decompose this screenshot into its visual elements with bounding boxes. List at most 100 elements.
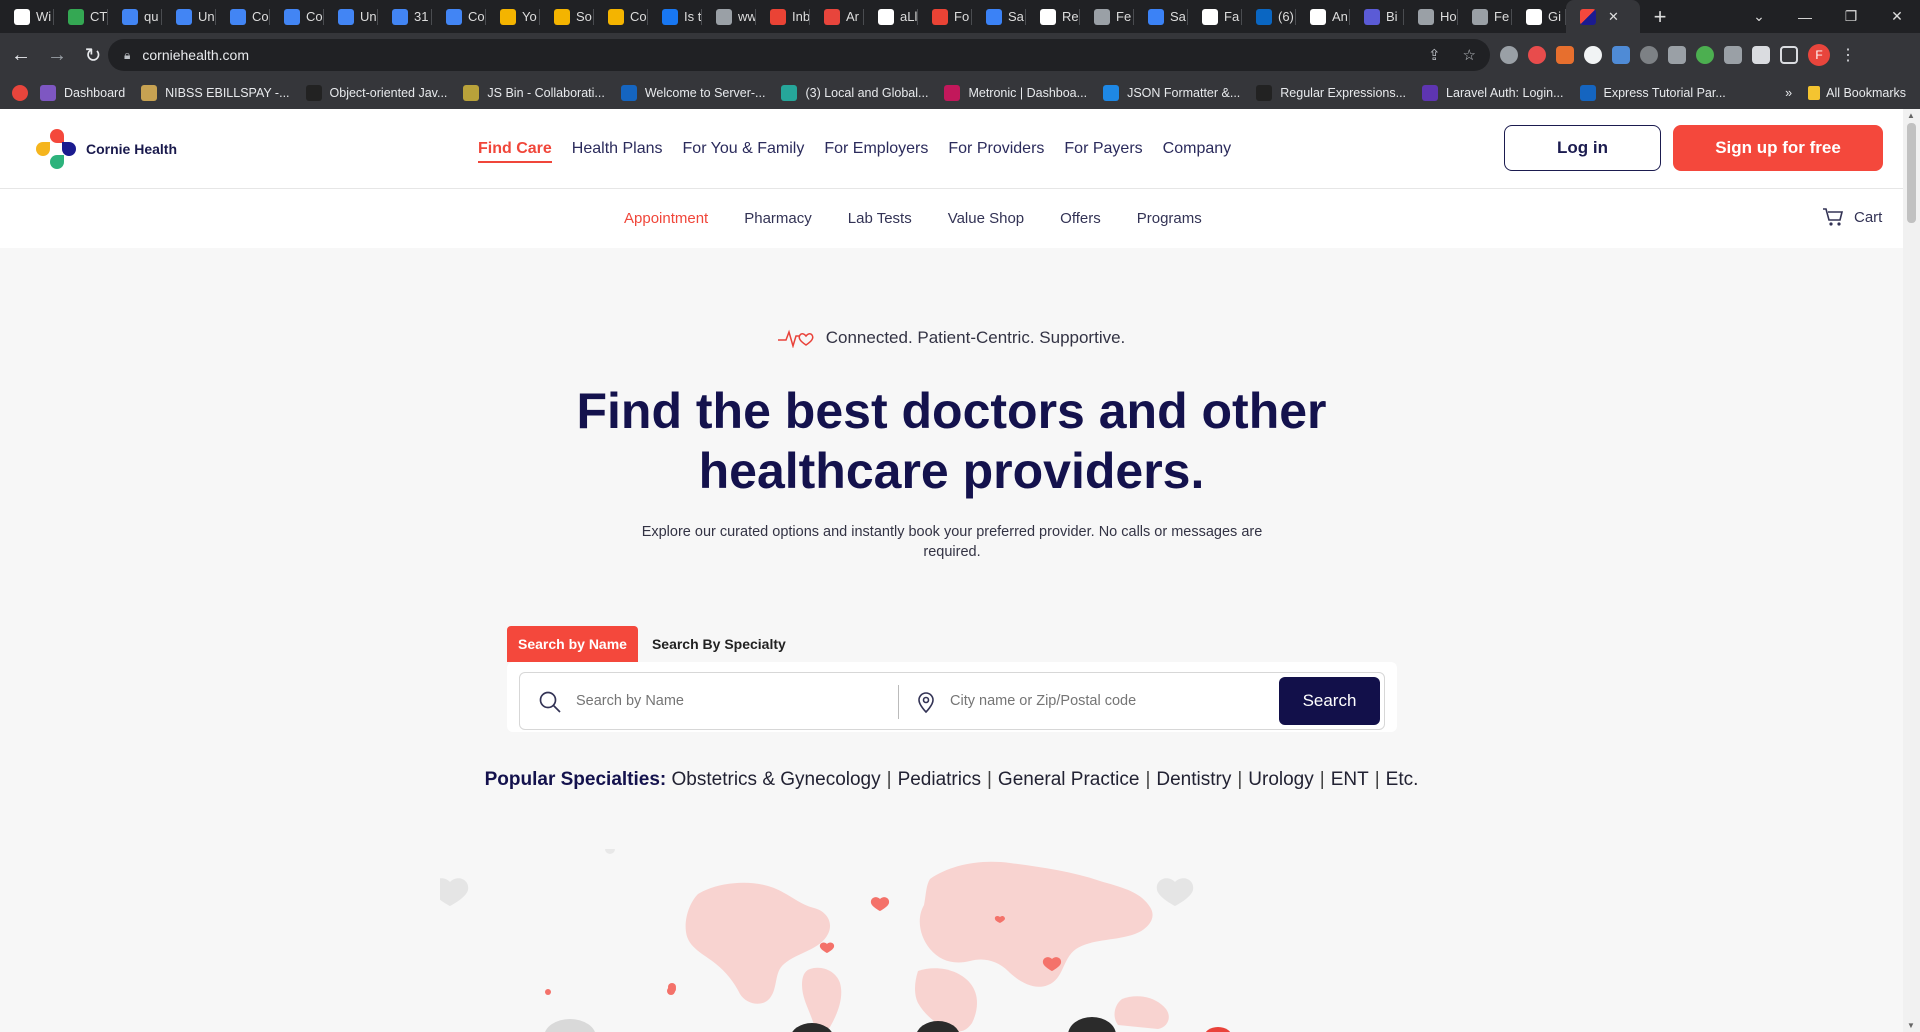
back-button[interactable]: ← [6, 40, 36, 70]
side-panel-icon[interactable] [1780, 46, 1798, 64]
bookmark-item[interactable]: Metronic | Dashboa... [944, 85, 1087, 101]
browser-tab[interactable]: Is t [648, 0, 702, 33]
browser-tab[interactable]: Fa [1188, 0, 1242, 33]
browser-tab[interactable]: qu [108, 0, 162, 33]
browser-tab[interactable]: Fe [1458, 0, 1512, 33]
specialty-link[interactable]: Urology [1248, 769, 1313, 790]
name-search-input[interactable] [576, 683, 876, 719]
profile-avatar[interactable]: F [1808, 44, 1830, 66]
specialty-link[interactable]: Pediatrics [898, 769, 981, 790]
page-scrollbar[interactable]: ▲ ▼ [1903, 109, 1920, 1032]
bookmark-star-icon[interactable]: ☆ [1463, 46, 1476, 64]
browser-tab[interactable]: Co [270, 0, 324, 33]
nav-link-for-payers[interactable]: For Payers [1064, 140, 1142, 163]
site-logo[interactable]: Cornie Health [36, 129, 177, 169]
specialty-link[interactable]: ENT [1331, 769, 1369, 790]
reload-button[interactable]: ↻ [78, 40, 108, 70]
browser-tab[interactable]: Un [324, 0, 378, 33]
browser-tab[interactable]: So [540, 0, 594, 33]
browser-tab[interactable]: An [1296, 0, 1350, 33]
browser-tab[interactable]: ww [702, 0, 756, 33]
extension-target-icon[interactable] [1640, 46, 1658, 64]
specialty-link[interactable]: Etc. [1386, 769, 1419, 790]
bookmark-item[interactable]: Regular Expressions... [1256, 85, 1406, 101]
bookmark-item[interactable]: Express Tutorial Par... [1579, 85, 1726, 101]
browser-tab[interactable]: Un [162, 0, 216, 33]
browser-tab[interactable]: (6) [1242, 0, 1296, 33]
specialty-link[interactable]: Dentistry [1156, 769, 1231, 790]
scroll-up-icon[interactable]: ▲ [1907, 111, 1915, 120]
browser-tab[interactable]: Re [1026, 0, 1080, 33]
lock-icon[interactable]: 🔒︎ [124, 48, 130, 63]
browser-tab[interactable]: Sa [972, 0, 1026, 33]
browser-tab[interactable]: Co [594, 0, 648, 33]
location-search-input[interactable] [950, 683, 1250, 719]
forward-button[interactable]: → [42, 40, 72, 70]
restore-button[interactable]: ❐ [1828, 8, 1874, 25]
search-button[interactable]: Search [1279, 677, 1380, 725]
bookmark-item[interactable]: JSON Formatter &... [1103, 85, 1240, 101]
login-button[interactable]: Log in [1504, 125, 1661, 171]
specialty-link[interactable]: General Practice [998, 769, 1140, 790]
browser-tab[interactable]: Co [432, 0, 486, 33]
close-window-button[interactable]: ✕ [1874, 8, 1920, 25]
subnav-link-pharmacy[interactable]: Pharmacy [744, 210, 812, 227]
apps-icon[interactable] [12, 85, 28, 101]
active-browser-tab[interactable]: ✕ [1566, 0, 1640, 33]
subnav-link-appointment[interactable]: Appointment [624, 210, 708, 227]
extension-circle-icon[interactable] [1584, 46, 1602, 64]
bookmark-item[interactable]: NIBSS EBILLSPAY -... [141, 85, 290, 101]
subnav-link-lab-tests[interactable]: Lab Tests [848, 210, 912, 227]
browser-tab[interactable]: Wi [0, 0, 54, 33]
bookmark-item[interactable]: JS Bin - Collaborati... [463, 85, 605, 101]
browser-tab[interactable]: Yo [486, 0, 540, 33]
extension-red-icon[interactable] [1528, 46, 1546, 64]
bookmark-item[interactable]: Dashboard [40, 85, 125, 101]
browser-tab[interactable]: Co [216, 0, 270, 33]
browser-tab[interactable]: Gi [1512, 0, 1566, 33]
close-tab-icon[interactable]: ✕ [1608, 9, 1619, 25]
browser-tab[interactable]: Fo [918, 0, 972, 33]
nav-link-find-care[interactable]: Find Care [478, 140, 552, 163]
scroll-down-icon[interactable]: ▼ [1907, 1021, 1915, 1030]
browser-tab[interactable]: Bi [1350, 0, 1404, 33]
address-bar[interactable]: 🔒︎ corniehealth.com ⇪ ☆ [108, 39, 1490, 71]
specialty-link[interactable]: Obstetrics & Gynecology [672, 769, 881, 790]
extension-pen-icon[interactable] [1668, 46, 1686, 64]
cart-link[interactable]: Cart [1822, 207, 1882, 227]
new-tab-button[interactable]: + [1640, 4, 1680, 30]
chevron-right-icon[interactable]: » [1785, 86, 1792, 100]
extension-gear-icon[interactable] [1500, 46, 1518, 64]
extension-crop-icon[interactable] [1724, 46, 1742, 64]
share-icon[interactable]: ⇪ [1428, 46, 1441, 64]
bookmark-item[interactable]: Object-oriented Jav... [305, 85, 447, 101]
browser-tab[interactable]: Ar [810, 0, 864, 33]
nav-link-for-providers[interactable]: For Providers [948, 140, 1044, 163]
browser-tab[interactable]: CT [54, 0, 108, 33]
browser-tab[interactable]: Fe [1080, 0, 1134, 33]
nav-link-health-plans[interactable]: Health Plans [572, 140, 663, 163]
extension-blue-icon[interactable] [1612, 46, 1630, 64]
subnav-link-value-shop[interactable]: Value Shop [948, 210, 1024, 227]
browser-tab[interactable]: 31 [378, 0, 432, 33]
subnav-link-programs[interactable]: Programs [1137, 210, 1202, 227]
subnav-link-offers[interactable]: Offers [1060, 210, 1101, 227]
browser-tab[interactable]: Ho [1404, 0, 1458, 33]
bookmark-item[interactable]: Welcome to Server-... [620, 85, 765, 101]
extensions-puzzle-icon[interactable] [1752, 46, 1770, 64]
minimize-button[interactable]: — [1782, 9, 1828, 25]
extension-green-icon[interactable] [1696, 46, 1714, 64]
extension-off-icon[interactable] [1556, 46, 1574, 64]
nav-link-company[interactable]: Company [1163, 140, 1231, 163]
tab-search-icon[interactable]: ⌄ [1736, 8, 1782, 25]
nav-link-for-you-family[interactable]: For You & Family [683, 140, 805, 163]
all-bookmarks-button[interactable]: All Bookmarks [1808, 86, 1906, 100]
bookmark-item[interactable]: (3) Local and Global... [781, 85, 928, 101]
tab-search-by-specialty[interactable]: Search By Specialty [638, 626, 800, 662]
url-text[interactable]: corniehealth.com [142, 47, 249, 63]
browser-tab[interactable]: Inb [756, 0, 810, 33]
signup-button[interactable]: Sign up for free [1673, 125, 1883, 171]
browser-tab[interactable]: aLl [864, 0, 918, 33]
nav-link-for-employers[interactable]: For Employers [824, 140, 928, 163]
kebab-menu-icon[interactable]: ⋮ [1840, 45, 1856, 65]
